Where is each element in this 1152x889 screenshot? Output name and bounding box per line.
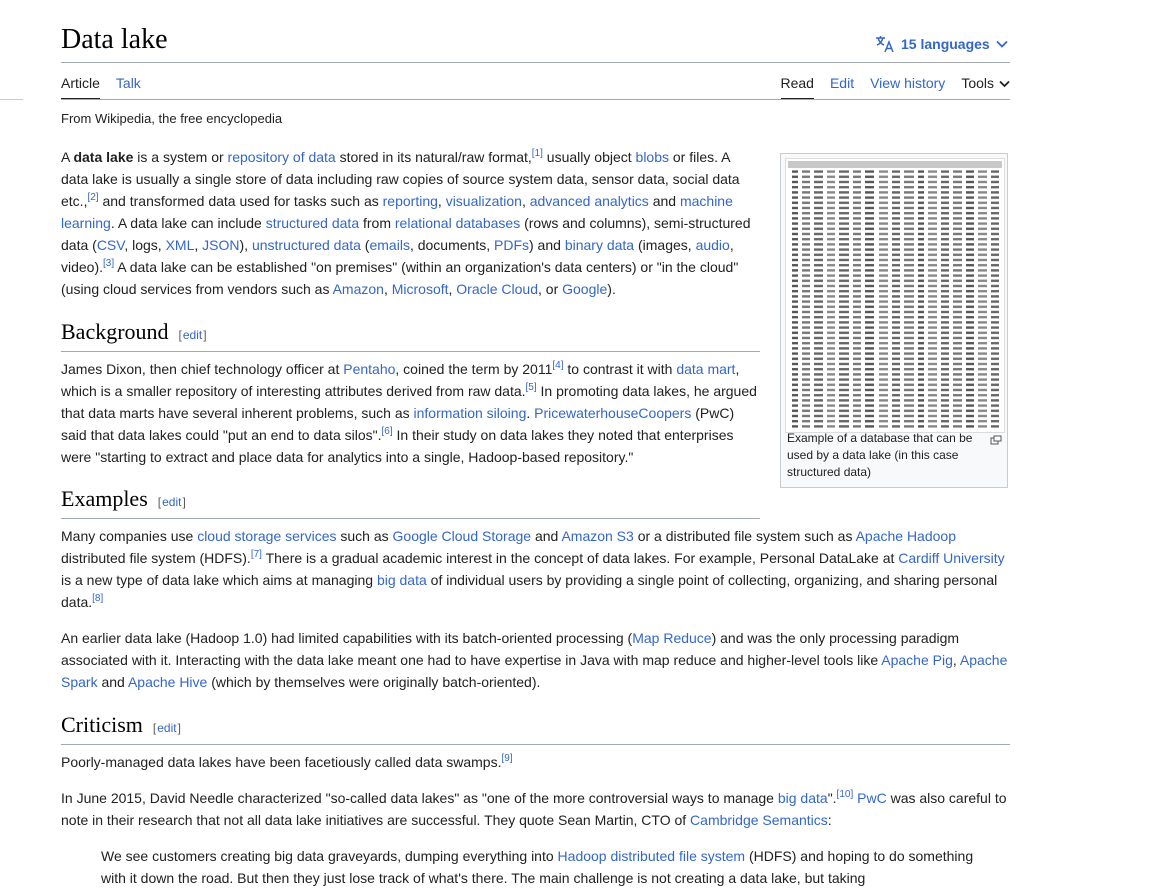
link-unstructured-data[interactable]: unstructured data xyxy=(252,237,361,253)
edit-link[interactable]: edit xyxy=(182,328,203,342)
link-information-siloing[interactable]: information siloing xyxy=(414,405,527,421)
link-cambridge-semantics[interactable]: Cambridge Semantics xyxy=(690,812,828,828)
section-edit-link: [edit] xyxy=(178,328,207,342)
citation-5[interactable]: [5] xyxy=(526,382,537,393)
intro-paragraph: A data lake is a system or repository of… xyxy=(61,148,751,298)
section-edit-link: [edit] xyxy=(157,495,186,509)
link-cloud-storage-services[interactable]: cloud storage services xyxy=(197,528,336,544)
database-table-image[interactable] xyxy=(785,158,1005,433)
link-cardiff-university[interactable]: Cardiff University xyxy=(898,550,1004,566)
link-binary-data[interactable]: binary data xyxy=(565,237,634,253)
tabs-divider xyxy=(61,99,1010,100)
citation-10[interactable]: [10] xyxy=(837,789,854,800)
link-xml[interactable]: XML xyxy=(166,237,195,253)
link-emails[interactable]: emails xyxy=(369,237,409,253)
tab-article[interactable]: Article xyxy=(61,74,100,100)
tab-read[interactable]: Read xyxy=(780,74,815,100)
criticism-paragraph-2: In June 2015, David Needle characterized… xyxy=(61,789,1007,829)
examples-paragraph-1: Many companies use cloud storage service… xyxy=(61,528,1005,610)
citation-4[interactable]: [4] xyxy=(552,360,563,371)
page-title: Data lake xyxy=(61,24,168,55)
link-pentaho[interactable]: Pentaho xyxy=(343,361,395,377)
enlarge-icon[interactable] xyxy=(990,432,1002,448)
examples-paragraph-2: An earlier data lake (Hadoop 1.0) had li… xyxy=(61,630,1008,690)
link-data-mart[interactable]: data mart xyxy=(676,361,735,377)
heading-text: Criticism xyxy=(61,712,143,737)
link-google-cloud-storage[interactable]: Google Cloud Storage xyxy=(393,528,532,544)
link-structured-data[interactable]: structured data xyxy=(266,215,359,231)
link-google[interactable]: Google xyxy=(562,281,607,297)
tab-view-history[interactable]: View history xyxy=(870,74,945,100)
criticism-paragraph-1: Poorly-managed data lakes have been face… xyxy=(61,753,513,771)
link-oracle-cloud[interactable]: Oracle Cloud xyxy=(456,281,538,297)
link-relational-databases[interactable]: relational databases xyxy=(395,215,520,231)
link-amazon-s3[interactable]: Amazon S3 xyxy=(561,528,633,544)
language-selector[interactable]: 15 languages xyxy=(875,34,1008,54)
chevron-down-icon xyxy=(999,74,1010,92)
link-hadoop-distributed-file-system[interactable]: Hadoop distributed file system xyxy=(558,848,746,864)
link-pwc[interactable]: PwC xyxy=(857,790,887,806)
section-heading-background: Background [edit] xyxy=(61,319,760,352)
translate-icon xyxy=(875,35,895,53)
section-heading-examples: Examples [edit] xyxy=(61,486,760,519)
chevron-down-icon xyxy=(996,40,1008,48)
section-edit-link: [edit] xyxy=(152,721,181,735)
citation-3[interactable]: [3] xyxy=(103,258,114,269)
title-divider xyxy=(61,62,1010,63)
language-count-label: 15 languages xyxy=(901,36,990,52)
section-heading-criticism: Criticism [edit] xyxy=(61,712,1010,745)
site-tagline: From Wikipedia, the free encyclopedia xyxy=(61,111,283,126)
link-map-reduce[interactable]: Map Reduce xyxy=(632,630,711,646)
link-csv[interactable]: CSV xyxy=(97,237,125,253)
link-microsoft[interactable]: Microsoft xyxy=(392,281,449,297)
infobox-thumbnail: Example of a database that can be used b… xyxy=(780,153,1008,488)
link-apache-hadoop[interactable]: Apache Hadoop xyxy=(856,528,956,544)
link-pricewaterhousecoopers[interactable]: PricewaterhouseCoopers xyxy=(534,405,691,421)
citation-7[interactable]: [7] xyxy=(251,549,262,560)
citation-1[interactable]: [1] xyxy=(532,148,543,159)
link-big-data[interactable]: big data xyxy=(778,790,828,806)
namespace-tabs: Article Talk xyxy=(61,74,141,100)
citation-9[interactable]: [9] xyxy=(501,753,512,764)
link-blobs[interactable]: blobs xyxy=(636,149,669,165)
edit-link[interactable]: edit xyxy=(156,721,177,735)
citation-2[interactable]: [2] xyxy=(87,192,98,203)
tools-label: Tools xyxy=(961,75,994,91)
infobox-caption: Example of a database that can be used b… xyxy=(787,431,973,479)
background-paragraph: James Dixon, then chief technology offic… xyxy=(61,360,757,466)
link-repository-of-data[interactable]: repository of data xyxy=(228,149,336,165)
term-data-lake: data lake xyxy=(73,149,134,165)
tab-talk[interactable]: Talk xyxy=(116,74,141,100)
link-reporting[interactable]: reporting xyxy=(383,193,438,209)
link-amazon[interactable]: Amazon xyxy=(333,281,384,297)
edit-link[interactable]: edit xyxy=(161,495,182,509)
link-advanced-analytics[interactable]: advanced analytics xyxy=(530,193,649,209)
criticism-quote: We see customers creating big data grave… xyxy=(101,848,974,886)
link-audio[interactable]: audio xyxy=(696,237,730,253)
link-visualization[interactable]: visualization xyxy=(446,193,522,209)
link-apache-pig[interactable]: Apache Pig xyxy=(881,652,953,668)
citation-6[interactable]: [6] xyxy=(381,426,392,437)
view-tabs: Read Edit View history Tools xyxy=(780,74,1011,100)
tools-menu[interactable]: Tools xyxy=(961,74,1010,100)
link-pdfs[interactable]: PDFs xyxy=(494,237,529,253)
sidebar-edge-rule xyxy=(0,99,23,100)
heading-text: Background xyxy=(61,319,169,344)
link-big-data[interactable]: big data xyxy=(377,572,427,588)
tab-edit[interactable]: Edit xyxy=(830,74,854,100)
heading-text: Examples xyxy=(61,486,148,511)
citation-8[interactable]: [8] xyxy=(92,593,103,604)
link-json[interactable]: JSON xyxy=(202,237,239,253)
link-apache-hive[interactable]: Apache Hive xyxy=(128,674,207,690)
